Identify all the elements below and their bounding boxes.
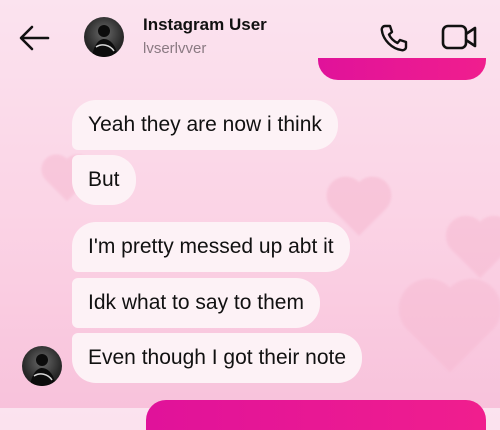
background-heart — [407, 287, 493, 373]
received-message-bubble[interactable]: Yeah they are now i think — [72, 100, 338, 150]
received-message-bubble[interactable]: Idk what to say to them — [72, 278, 320, 328]
sender-avatar[interactable] — [22, 346, 62, 386]
back-button[interactable] — [16, 22, 52, 54]
background-heart — [451, 221, 500, 279]
contact-username[interactable]: lvserlvver — [143, 40, 206, 57]
sent-message-bubble[interactable] — [318, 58, 486, 80]
contact-avatar[interactable] — [84, 17, 124, 57]
phone-icon — [380, 24, 408, 52]
received-message-bubble[interactable]: Even though I got their note — [72, 333, 363, 383]
contact-name[interactable]: Instagram User — [143, 15, 267, 35]
back-arrow-icon — [19, 25, 50, 51]
avatar-image — [30, 354, 56, 386]
call-button[interactable] — [378, 22, 410, 54]
video-call-button[interactable] — [440, 22, 478, 52]
video-camera-icon — [441, 24, 477, 50]
sent-message-bubble[interactable] — [146, 400, 486, 430]
received-message-bubble[interactable]: But — [72, 155, 136, 205]
received-message-bubble[interactable]: I'm pretty messed up abt it — [72, 222, 350, 272]
avatar-image — [92, 25, 118, 57]
